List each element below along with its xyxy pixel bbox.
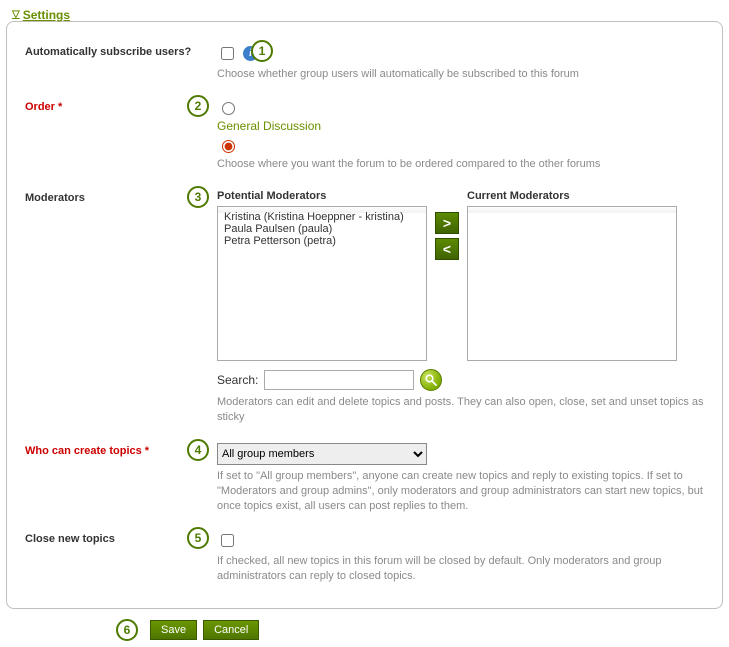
- order-radio-top[interactable]: [222, 102, 235, 115]
- magnifier-icon: [424, 373, 438, 387]
- order-radio-bottom[interactable]: [222, 140, 235, 153]
- badge-1: 1: [251, 40, 273, 62]
- create-help: If set to "All group members", anyone ca…: [217, 469, 704, 514]
- potential-moderators-list[interactable]: Kristina (Kristina Hoeppner - kristina)P…: [217, 206, 427, 361]
- settings-panel: Automatically subscribe users? 1 Choose …: [6, 21, 723, 610]
- settings-title: Settings: [23, 8, 70, 22]
- cancel-button[interactable]: Cancel: [203, 620, 259, 640]
- order-option-label: General Discussion: [217, 119, 321, 133]
- badge-4: 4: [187, 439, 209, 461]
- current-moderators-title: Current Moderators: [467, 190, 677, 202]
- autosub-help: Choose whether group users will automati…: [217, 67, 704, 82]
- moderators-label: Moderators: [25, 190, 195, 204]
- order-label: Order *: [25, 99, 195, 113]
- close-help: If checked, all new topics in this forum…: [217, 554, 704, 584]
- save-button[interactable]: Save: [150, 620, 197, 640]
- moderator-search-input[interactable]: [264, 370, 414, 390]
- list-item[interactable]: Paula Paulsen (paula): [224, 223, 420, 235]
- current-moderators-list[interactable]: [467, 206, 677, 361]
- autosub-label: Automatically subscribe users?: [25, 44, 195, 58]
- create-topics-select[interactable]: All group members: [217, 443, 427, 465]
- order-help: Choose where you want the forum to be or…: [217, 157, 704, 172]
- close-label: Close new topics: [25, 531, 195, 545]
- settings-toggle[interactable]: ▽ Settings: [12, 8, 70, 22]
- list-item[interactable]: Kristina (Kristina Hoeppner - kristina): [224, 211, 420, 223]
- search-button[interactable]: [420, 369, 442, 391]
- potential-moderators-title: Potential Moderators: [217, 190, 427, 202]
- moderators-help: Moderators can edit and delete topics an…: [217, 395, 704, 425]
- move-right-button[interactable]: >: [435, 212, 459, 234]
- move-left-button[interactable]: <: [435, 238, 459, 260]
- autosub-checkbox[interactable]: [221, 47, 234, 60]
- create-label: Who can create topics *: [25, 443, 195, 457]
- close-topics-checkbox[interactable]: [221, 534, 234, 547]
- disclosure-triangle-icon: ▽: [12, 9, 20, 20]
- search-label: Search:: [217, 373, 258, 387]
- list-item[interactable]: Petra Petterson (petra): [224, 235, 420, 247]
- badge-6: 6: [116, 619, 138, 641]
